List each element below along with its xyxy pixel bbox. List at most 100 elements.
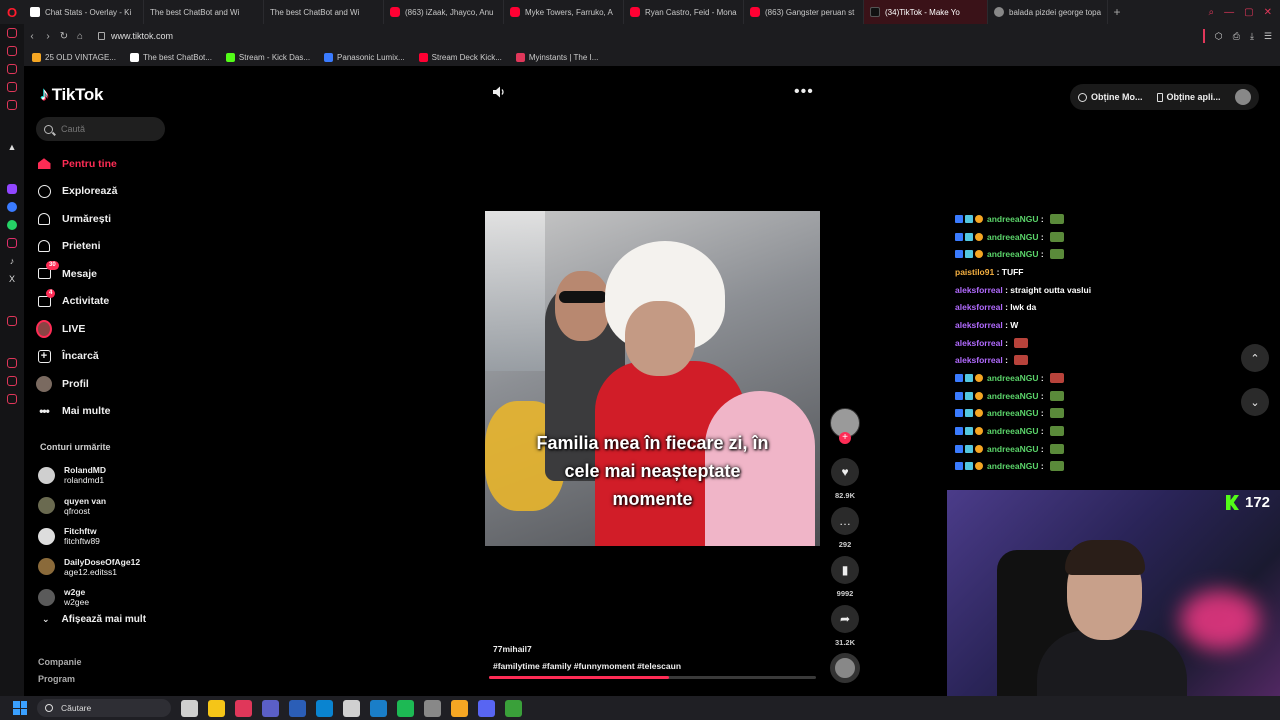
bookmark-item[interactable]: The best ChatBot... <box>129 52 212 62</box>
heart-icon[interactable]: ♥ <box>831 458 859 486</box>
minimize-icon[interactable]: — <box>1224 7 1234 18</box>
reload-icon[interactable]: ↻ <box>56 31 72 42</box>
taskbar-app-icon[interactable] <box>424 699 441 717</box>
nav-item-profile[interactable]: Profil <box>36 370 186 398</box>
messenger-icon[interactable] <box>7 202 17 212</box>
maximize-icon[interactable]: ▢ <box>1244 7 1253 18</box>
opera-logo-icon[interactable]: O <box>0 0 24 24</box>
nav-item-following[interactable]: Urmărești <box>36 205 186 233</box>
taskbar-app-icon[interactable] <box>478 699 495 717</box>
nav-item-home[interactable]: Pentru tine <box>36 150 186 178</box>
like-action[interactable]: ♥ 82.9K <box>831 458 859 500</box>
following-account[interactable]: DailyDoseOfAge12 age12.editss1 <box>38 552 188 583</box>
twitch-icon[interactable] <box>7 184 17 194</box>
next-video-button[interactable]: ⌄ <box>1241 388 1269 416</box>
x-icon[interactable]: X <box>7 274 17 284</box>
whatsapp-icon[interactable] <box>7 220 17 230</box>
taskbar-app-icon[interactable] <box>208 699 225 717</box>
volume-icon[interactable] <box>492 85 506 99</box>
new-tab-button[interactable]: + <box>1108 0 1126 24</box>
browser-tab[interactable]: Myke Towers, Farruko, A <box>504 0 624 24</box>
share-action[interactable]: ➦ 31.2K <box>831 605 859 647</box>
browser-tab[interactable]: (863) Gangster peruan st <box>744 0 864 24</box>
snapshot-icon[interactable]: ⎙ <box>1233 31 1240 42</box>
taskbar-app-icon[interactable] <box>505 699 522 717</box>
aria-icon[interactable]: ▲ <box>7 142 17 152</box>
video-author[interactable]: 77mihail7 <box>493 644 681 654</box>
home-browser-icon[interactable]: ⌂ <box>72 31 88 42</box>
url-field[interactable]: www.tiktok.com <box>98 31 173 41</box>
taskbar-app-icon[interactable] <box>451 699 468 717</box>
taskbar-app-icon[interactable] <box>370 699 387 717</box>
player-icon[interactable] <box>7 316 17 326</box>
browser-tab[interactable]: The best ChatBot and Wi <box>144 0 965 220</box>
taskbar-app-icon[interactable] <box>262 699 279 717</box>
history-icon[interactable] <box>7 46 17 56</box>
bag-icon[interactable] <box>7 64 17 74</box>
news-icon[interactable] <box>7 100 17 110</box>
taskbar-app-icon[interactable] <box>181 699 198 717</box>
search-input[interactable] <box>61 124 151 134</box>
video-player[interactable]: Familia mea în fiecare zi, în cele mai n… <box>485 211 820 546</box>
back-icon[interactable]: ‹ <box>24 31 40 42</box>
browser-tab[interactable]: Ryan Castro, Feid - Mona <box>624 0 744 24</box>
following-account[interactable]: quyen van qfroost <box>38 491 188 522</box>
bookmark-icon[interactable]: ▮ <box>831 556 859 584</box>
clock-icon[interactable] <box>7 358 17 368</box>
forward-icon[interactable]: › <box>40 31 56 42</box>
pin-icon[interactable] <box>7 376 17 386</box>
browser-tab[interactable]: Chat Stats - Overlay - Ki <box>24 0 144 24</box>
settings-side-icon[interactable] <box>7 394 17 404</box>
video-progress-bar[interactable] <box>489 676 816 679</box>
bookmark-item[interactable]: Stream Deck Kick... <box>418 52 502 62</box>
close-window-icon[interactable]: ✕ <box>1264 7 1272 18</box>
instagram-icon[interactable] <box>7 238 17 248</box>
following-account[interactable]: RolandMD rolandmd1 <box>38 460 188 491</box>
nav-item-live[interactable]: LIVE <box>36 315 186 343</box>
footer-program-link[interactable]: Program <box>38 671 82 688</box>
download-icon[interactable]: ⤓ <box>1250 31 1254 42</box>
user-avatar[interactable] <box>1234 89 1251 105</box>
windows-start-icon[interactable] <box>13 701 27 715</box>
taskbar-app-icon[interactable] <box>289 699 306 717</box>
music-disc-icon[interactable] <box>830 653 860 683</box>
nav-item-compass[interactable]: Explorează <box>36 178 186 206</box>
search-box[interactable] <box>36 117 165 141</box>
comment-action[interactable]: … 292 <box>831 507 859 549</box>
get-coins-button[interactable]: Obține Mo... <box>1078 92 1143 102</box>
taskbar-app-icon[interactable] <box>343 699 360 717</box>
taskbar-search[interactable]: Căutare <box>37 699 171 717</box>
extensions-icon[interactable]: ⬡ <box>1215 31 1223 42</box>
browser-tab[interactable]: (34)TikTok - Make Yo <box>864 0 988 24</box>
speed-dial-icon[interactable] <box>7 28 17 38</box>
browser-tab[interactable]: (863) iZaak, Jhayco, Anu <box>384 0 504 24</box>
follow-plus-button[interactable]: + <box>839 432 851 444</box>
save-action[interactable]: ▮ 9992 <box>831 556 859 598</box>
tiktok-logo[interactable]: ♪ TikTok <box>40 84 103 105</box>
more-options-icon[interactable]: ••• <box>794 83 814 101</box>
bookmark-item[interactable]: Stream - Kick Das... <box>225 52 310 62</box>
bookmark-item[interactable]: Myinstants | The I... <box>515 52 598 62</box>
bookmark-item[interactable]: Panasonic Lumix... <box>324 52 405 62</box>
nav-item-messages[interactable]: Mesaje 30 <box>36 260 186 288</box>
bookmark-item[interactable]: 25 OLD VINTAGE... <box>32 52 116 62</box>
nav-item-friends[interactable]: Prieteni <box>36 233 186 261</box>
taskbar-app-icon[interactable] <box>316 699 333 717</box>
show-more-button[interactable]: ⌄ Afișează mai mult <box>42 614 146 625</box>
browser-tab[interactable]: The best ChatBot and Wi <box>264 0 965 220</box>
browser-tab[interactable]: balada pizdei george topa <box>988 0 1108 24</box>
share-icon[interactable]: ➦ <box>831 605 859 633</box>
nav-item-activity[interactable]: Activitate 4 <box>36 288 186 316</box>
get-app-button[interactable]: Obține apli... <box>1156 92 1221 102</box>
following-account[interactable]: Fitchftw fitchftw89 <box>38 521 188 552</box>
comment-icon[interactable]: … <box>831 507 859 535</box>
video-hashtags[interactable]: #familytime #family #funnymoment #telesc… <box>493 661 681 671</box>
nav-item-upload[interactable]: + Încarcă <box>36 343 186 371</box>
easy-setup-icon[interactable]: ☰ <box>1264 31 1272 42</box>
previous-video-button[interactable]: ⌃ <box>1241 344 1269 372</box>
nav-item-more[interactable]: ••• Mai multe <box>36 398 186 426</box>
search-tabs-icon[interactable]: ⌕ <box>1209 7 1215 18</box>
tiktok-side-icon[interactable]: ♪ <box>7 256 17 266</box>
following-account[interactable]: w2ge w2gee <box>38 582 188 613</box>
taskbar-app-icon[interactable] <box>235 699 252 717</box>
